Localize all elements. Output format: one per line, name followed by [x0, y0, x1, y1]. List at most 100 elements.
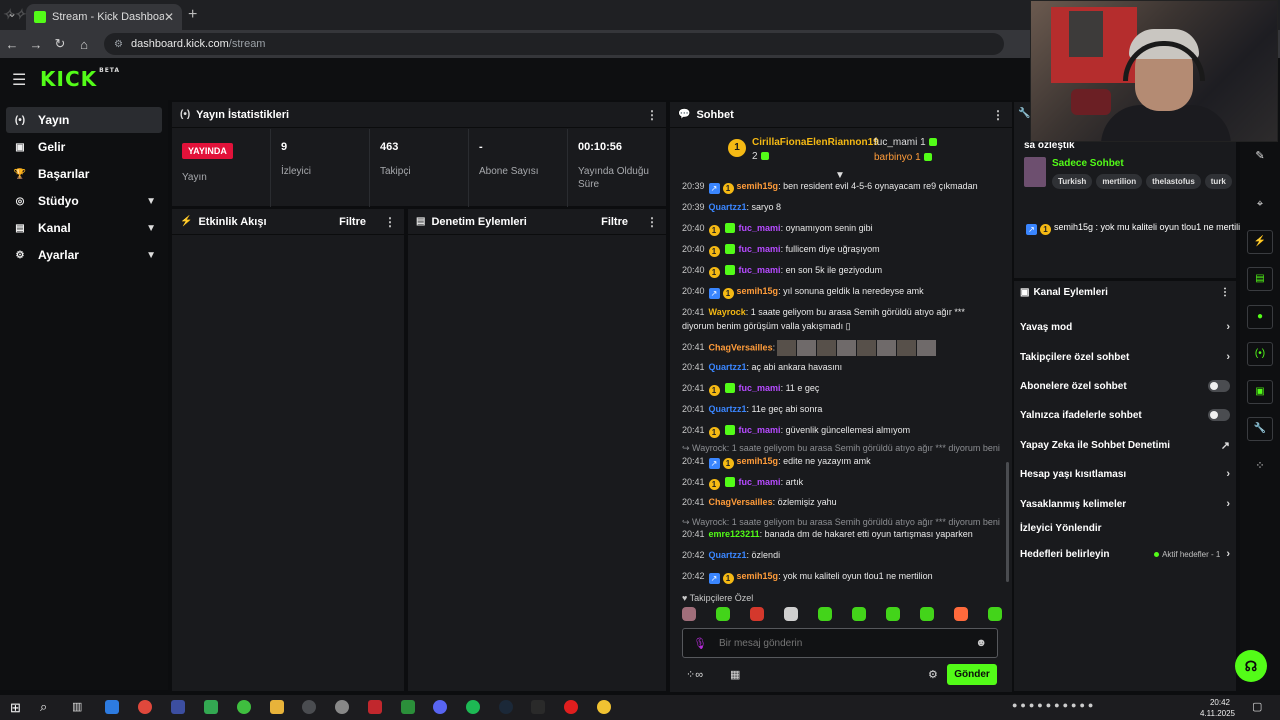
home-icon[interactable]: ⌂: [72, 37, 96, 52]
message-username[interactable]: emre123211: [709, 529, 760, 539]
sidebar-item-kanal[interactable]: ▤ Kanal ▼: [6, 215, 162, 241]
address-bar[interactable]: ⚙ dashboard.kick.com /stream: [104, 33, 1004, 55]
chat-message[interactable]: 20:41 ↗ 1 semih15g: edite ne yazayım amk: [682, 455, 1000, 469]
search-icon[interactable]: ⌕: [40, 699, 47, 715]
app-icon[interactable]: [171, 700, 185, 714]
message-username[interactable]: semih15g: [737, 181, 779, 191]
more-options-icon[interactable]: ⋮: [646, 108, 658, 122]
support-headset-icon[interactable]: ☊: [1235, 650, 1267, 682]
chat-bubble-icon[interactable]: ●: [1247, 305, 1273, 329]
action-followers-only[interactable]: Takipçilere özel sohbet ›: [1020, 351, 1230, 363]
message-username[interactable]: Quartzz1: [709, 362, 747, 372]
action-raid[interactable]: İzleyici Yönlendir: [1020, 523, 1230, 534]
forward-icon[interactable]: →: [24, 37, 48, 52]
more-options-icon[interactable]: ⋮: [992, 108, 1004, 122]
chat-message[interactable]: 20:41 1 fuc_mami: 11 e geç: [682, 382, 1000, 396]
bolt-icon[interactable]: ⚡: [1247, 230, 1273, 254]
chat-input[interactable]: [718, 637, 976, 649]
more-options-icon[interactable]: ⋮: [384, 215, 396, 229]
chat-message[interactable]: 20:41 Quartzz1: aç abi ankara havasını: [682, 361, 1000, 374]
filter-button[interactable]: Filtre: [339, 216, 366, 228]
gifter-row[interactable]: barbinyo 1: [874, 152, 932, 163]
sidebar-item-ayarlar[interactable]: ⚙ Ayarlar ▼: [6, 242, 162, 268]
tag[interactable]: mertilion: [1096, 174, 1143, 189]
action-slow-mode[interactable]: Yavaş mod ›: [1020, 321, 1230, 333]
chat-message[interactable]: 20:41 ChagVersailles:: [682, 340, 1000, 356]
message-username[interactable]: semih15g: [737, 286, 779, 296]
emotes-only-toggle[interactable]: [1208, 409, 1230, 421]
chevron-down-icon[interactable]: ▼: [146, 250, 156, 261]
settings-icon[interactable]: [335, 700, 349, 714]
new-tab-button[interactable]: +: [188, 6, 197, 24]
app-icon[interactable]: [204, 700, 218, 714]
emote-icon[interactable]: [784, 607, 798, 621]
emote-icon[interactable]: [682, 607, 696, 621]
emote-icon[interactable]: [818, 607, 832, 621]
more-options-icon[interactable]: ⋮: [1220, 287, 1230, 298]
message-username[interactable]: Quartzz1: [709, 550, 747, 560]
message-username[interactable]: Wayrock: [709, 307, 746, 317]
message-username[interactable]: fuc_mami: [739, 223, 781, 233]
message-username[interactable]: fuc_mami: [739, 265, 781, 275]
wrench-icon[interactable]: 🔧: [1247, 417, 1273, 441]
sidebar-item-basarilar[interactable]: 🏆 Başarılar: [6, 161, 162, 187]
app-icon[interactable]: [368, 700, 382, 714]
system-tray[interactable]: ●●●●●●●●●●: [1012, 700, 1152, 714]
emote-icon[interactable]: [716, 607, 730, 621]
action-set-goals[interactable]: Hedefleri belirleyin Aktif hedefler - 1 …: [1020, 548, 1230, 560]
spotify-icon[interactable]: [466, 700, 480, 714]
chevron-down-icon[interactable]: ▼: [146, 223, 156, 234]
tag[interactable]: turk: [1204, 174, 1232, 189]
top-gifter-name[interactable]: CirillaFionaElenRiannon19: [752, 137, 879, 148]
windows-start-icon[interactable]: ⊞: [10, 700, 21, 716]
action-banned-words[interactable]: Yasaklanmış kelimeler ›: [1020, 498, 1230, 510]
emoji-icon[interactable]: ☻: [975, 637, 987, 649]
kick-logo[interactable]: KICK BETA: [40, 67, 120, 91]
chat-scrollbar[interactable]: [1006, 462, 1009, 582]
chat-input-box[interactable]: 🎙 ☻: [682, 628, 998, 658]
back-icon[interactable]: ←: [0, 37, 24, 52]
message-username[interactable]: ChagVersailles: [709, 342, 773, 352]
emote-icon[interactable]: [852, 607, 866, 621]
message-username[interactable]: fuc_mami: [739, 383, 781, 393]
chat-message[interactable]: 20:40 1 fuc_mami: fullicem diye uğraşıyom: [682, 243, 1000, 257]
message-username[interactable]: fuc_mami: [739, 425, 781, 435]
xbox-icon[interactable]: [237, 700, 251, 714]
emote-icon[interactable]: [988, 607, 1002, 621]
chat-message[interactable]: 20:41 Wayrock: 1 saate geliyom bu arasa S…: [682, 306, 1000, 319]
chat-message[interactable]: 20:39 Quartzz1: saryo 8: [682, 201, 1000, 214]
app-icon[interactable]: [138, 700, 152, 714]
menu-icon[interactable]: ☰: [12, 70, 26, 90]
tab-close-icon[interactable]: ✕: [164, 10, 174, 24]
emote-icon[interactable]: [954, 607, 968, 621]
gear-icon[interactable]: ⚙: [928, 668, 938, 681]
tag[interactable]: Turkish: [1052, 174, 1093, 189]
chat-message[interactable]: 20:41 1 fuc_mami: artık: [682, 476, 1000, 490]
emote-icon[interactable]: [920, 607, 934, 621]
message-username[interactable]: semih15g: [737, 571, 779, 581]
chat-message[interactable]: 20:41 ChagVersailles: özlemişiz yahu: [682, 496, 1000, 509]
tag[interactable]: thelastofus: [1146, 174, 1201, 189]
chat-message[interactable]: 20:40 ↗ 1 semih15g: yıl sonuna geldik la ne…: [682, 285, 1000, 299]
emote-icon[interactable]: [750, 607, 764, 621]
gifter-row[interactable]: fuc_mami 1: [874, 137, 937, 148]
dashboard-icon[interactable]: ▣: [1247, 380, 1273, 404]
sidebar-item-yayin[interactable]: (•) Yayın: [6, 107, 162, 133]
microphone-icon[interactable]: 🎙: [693, 637, 707, 650]
message-username[interactable]: Quartzz1: [709, 202, 747, 212]
chat-message[interactable]: 20:41 1 fuc_mami: güvenlik güncellemesi al…: [682, 424, 1000, 438]
focus-icon[interactable]: ⌖: [1247, 192, 1273, 216]
chat-message[interactable]: ↪ Wayrock: 1 saate geliyom bu arasa Semi…: [682, 442, 1000, 455]
notification-icon[interactable]: ▢: [1252, 700, 1262, 713]
wrench-icon[interactable]: 🔧: [1018, 108, 1030, 119]
browser-tab[interactable]: Stream - Kick Dashboard ✕: [26, 4, 182, 30]
gift-box-icon[interactable]: ▦: [730, 668, 740, 681]
infinity-icon[interactable]: ⁘∞: [686, 668, 703, 681]
chevron-down-icon[interactable]: ▼: [146, 196, 156, 207]
action-ai-moderation[interactable]: Yapay Zeka ile Sohbet Denetimi ↗: [1020, 439, 1230, 452]
category-name[interactable]: Sadece Sohbet: [1052, 158, 1124, 169]
chat-message[interactable]: 20:41 emre123211: banada dm de hakaret et…: [682, 528, 1000, 541]
chat-message[interactable]: 20:42 ↗ 1 semih15g: yok mu kaliteli oyun tl…: [682, 570, 1000, 584]
widgets-icon[interactable]: ⁘: [1247, 454, 1273, 478]
reload-icon[interactable]: ↻: [48, 36, 72, 52]
